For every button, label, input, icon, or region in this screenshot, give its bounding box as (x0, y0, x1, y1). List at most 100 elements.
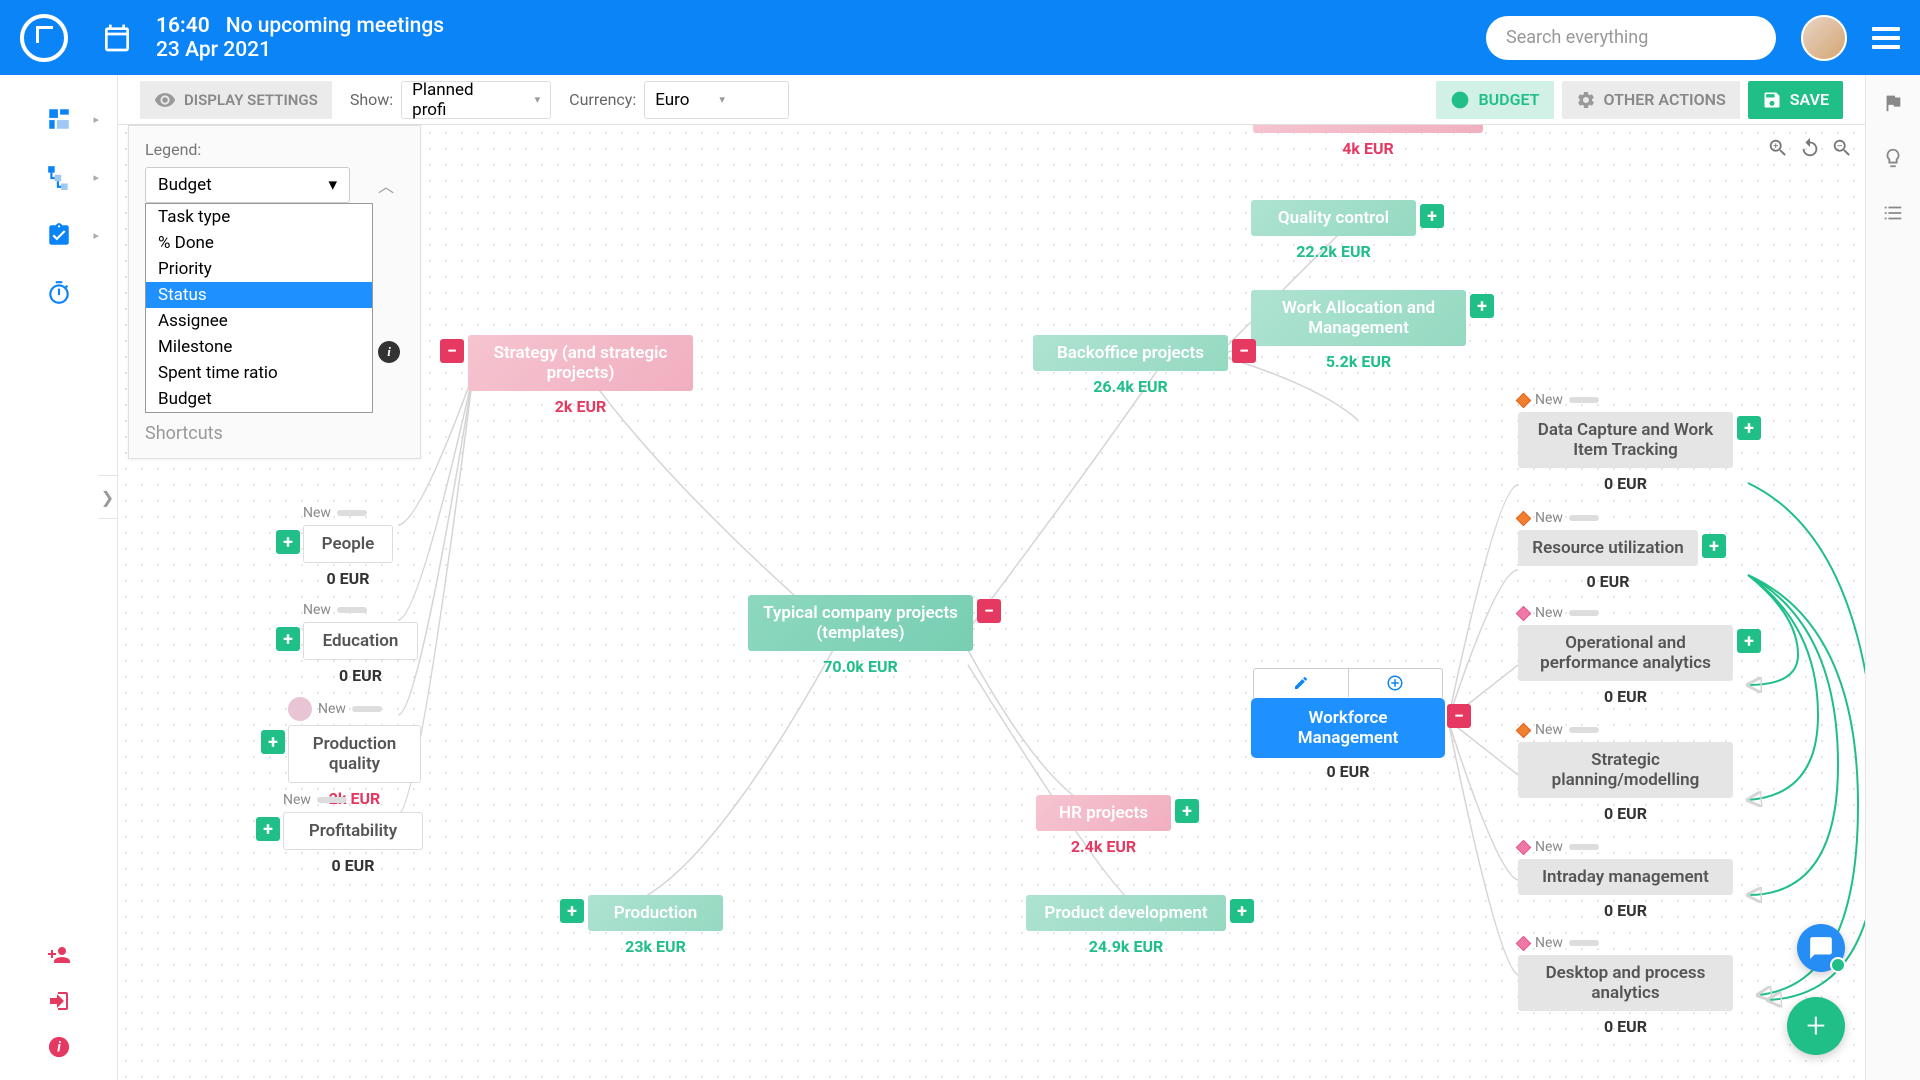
node-value: 0 EUR (1518, 572, 1698, 591)
expand-icon[interactable] (276, 530, 300, 554)
node-label: Intraday management (1542, 867, 1709, 887)
node-label: Quality control (1278, 208, 1389, 228)
shortcuts-label[interactable]: Shortcuts (145, 423, 404, 444)
sidebar-expand-button[interactable]: ❯ (98, 475, 118, 519)
node-quality-control[interactable]: Quality control 22.2k EUR (1251, 200, 1416, 261)
collapse-icon[interactable] (977, 599, 1001, 623)
legend-select-value: Budget (158, 175, 212, 195)
legend-option[interactable]: Assignee (146, 308, 372, 334)
display-settings-button[interactable]: DISPLAY SETTINGS (140, 81, 332, 119)
expand-icon[interactable] (1230, 899, 1254, 923)
bulb-icon[interactable] (1866, 130, 1920, 185)
legend-select[interactable]: Budget ▾ (145, 167, 350, 203)
node-backoffice[interactable]: Backoffice projects 26.4k EUR (1033, 335, 1228, 396)
show-select[interactable]: Planned profi ▾ (401, 81, 551, 119)
other-actions-button[interactable]: OTHER ACTIONS (1562, 81, 1740, 119)
legend-option[interactable]: Task type (146, 204, 372, 230)
node-value: 0 EUR (1518, 1017, 1733, 1036)
chevron-right-icon: ▸ (93, 113, 99, 126)
node-label: Operational and performance analytics (1530, 633, 1721, 673)
collapse-icon[interactable] (1232, 339, 1256, 363)
expand-icon[interactable] (1470, 294, 1494, 318)
search-box[interactable] (1486, 16, 1776, 60)
node-label: Work Allocation and Management (1263, 298, 1454, 338)
node-hr-projects[interactable]: HR projects 2.4k EUR (1036, 795, 1171, 856)
node-value: 26.4k EUR (1033, 377, 1228, 396)
collapse-icon[interactable] (440, 339, 464, 363)
chevron-up-icon[interactable]: ︿ (368, 167, 404, 203)
add-icon[interactable] (1349, 669, 1443, 697)
expand-icon[interactable] (560, 899, 584, 923)
node-product-development[interactable]: Product development 24.9k EUR (1026, 895, 1226, 956)
sidebar-logout[interactable] (0, 978, 117, 1024)
expand-icon[interactable] (1420, 204, 1444, 228)
node-partial-top[interactable]: 4k EUR (1253, 125, 1483, 158)
zoom-fit-icon[interactable] (1797, 135, 1823, 161)
chevron-right-icon: ▸ (93, 229, 99, 242)
node-value: 5.2k EUR (1251, 352, 1466, 371)
header-info: 16:40 No upcoming meetings 23 Apr 2021 (156, 14, 444, 62)
edit-icon[interactable] (1254, 669, 1349, 697)
legend-option[interactable]: Spent time ratio (146, 360, 372, 386)
collapse-icon[interactable] (1447, 704, 1471, 728)
sidebar-timer[interactable] (0, 264, 117, 322)
node-intraday-management[interactable]: New Intraday management 0 EUR (1518, 839, 1733, 920)
node-desktop-analytics[interactable]: New Desktop and process analytics 0 EUR (1518, 935, 1733, 1036)
currency-select[interactable]: Euro ▾ (644, 81, 789, 119)
logo-icon[interactable] (20, 14, 68, 62)
node-value: 0 EUR (1518, 687, 1733, 706)
hamburger-menu-icon[interactable] (1872, 27, 1900, 49)
diamond-icon (1516, 722, 1532, 738)
legend-option[interactable]: % Done (146, 230, 372, 256)
node-work-allocation[interactable]: Work Allocation and Management 5.2k EUR (1251, 290, 1466, 371)
info-icon[interactable]: i (378, 341, 400, 363)
node-strategy[interactable]: Strategy (and strategic projects) 2k EUR (468, 335, 693, 416)
node-resource-utilization[interactable]: New Resource utilization 0 EUR (1518, 510, 1698, 591)
legend-option[interactable]: Priority (146, 256, 372, 282)
sidebar-info[interactable]: i (0, 1024, 117, 1070)
sidebar-dashboard[interactable]: ▸ (0, 90, 117, 148)
legend-label: Legend: (145, 140, 404, 159)
zoom-in-icon[interactable] (1765, 135, 1791, 161)
checklist-icon[interactable] (1866, 185, 1920, 240)
sidebar-tasks[interactable]: ▸ (0, 206, 117, 264)
legend-option[interactable]: Budget (146, 386, 372, 412)
node-data-capture[interactable]: New Data Capture and Work Item Tracking … (1518, 392, 1733, 493)
expand-icon[interactable] (276, 627, 300, 651)
node-people[interactable]: New People 0 EUR (303, 505, 393, 588)
calendar-icon[interactable] (98, 19, 136, 57)
legend-option[interactable]: Milestone (146, 334, 372, 360)
search-input[interactable] (1506, 27, 1756, 48)
diamond-icon (1516, 392, 1532, 408)
node-label: Production (614, 903, 698, 923)
zoom-out-icon[interactable] (1829, 135, 1855, 161)
expand-icon[interactable] (1175, 799, 1199, 823)
legend-option[interactable]: Status (146, 282, 372, 308)
node-profitability[interactable]: New Profitability 0 EUR (283, 792, 423, 875)
sidebar-hierarchy[interactable]: ▸ (0, 148, 117, 206)
expand-icon[interactable] (1737, 416, 1761, 440)
node-production[interactable]: Production 23k EUR (588, 895, 723, 956)
user-avatar[interactable] (1801, 15, 1847, 61)
node-label: Data Capture and Work Item Tracking (1530, 420, 1721, 460)
chevron-right-icon: ▸ (93, 171, 99, 184)
expand-icon[interactable] (261, 730, 285, 754)
node-workforce-management[interactable]: Workforce Management 0 EUR (1253, 700, 1443, 781)
node-label: Workforce Management (1265, 708, 1431, 748)
node-strategic-planning[interactable]: New Strategic planning/modelling 0 EUR (1518, 722, 1733, 823)
expand-icon[interactable] (1737, 629, 1761, 653)
expand-icon[interactable] (256, 817, 280, 841)
add-fab[interactable]: + (1787, 997, 1845, 1055)
save-button[interactable]: SAVE (1748, 81, 1843, 119)
node-operational-analytics[interactable]: New Operational and performance analytic… (1518, 605, 1733, 706)
sidebar-add-user[interactable] (0, 932, 117, 978)
flag-icon[interactable] (1866, 75, 1920, 130)
expand-icon[interactable] (1702, 534, 1726, 558)
budget-button[interactable]: BUDGET (1436, 81, 1553, 119)
chat-fab[interactable] (1797, 924, 1845, 972)
node-center-root[interactable]: Typical company projects (templates) 70.… (748, 595, 973, 676)
node-label: Resource utilization (1532, 538, 1683, 558)
legend-dropdown: Task type% DonePriorityStatusAssigneeMil… (145, 203, 373, 413)
caret-down-icon: ▾ (328, 175, 337, 195)
node-education[interactable]: New Education 0 EUR (303, 602, 418, 685)
